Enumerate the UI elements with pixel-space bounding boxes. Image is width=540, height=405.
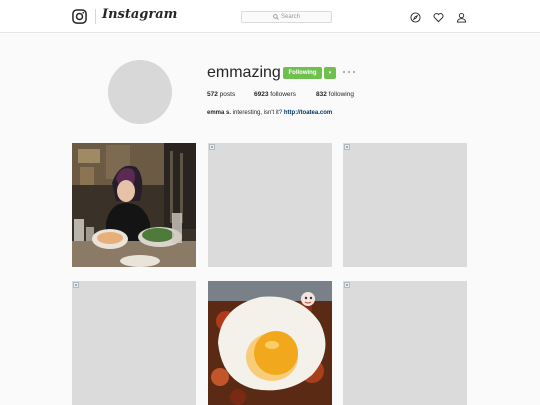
posts-count: 572 — [207, 91, 218, 98]
post-tile[interactable] — [208, 281, 332, 405]
broken-image-icon — [209, 144, 215, 150]
heart-icon[interactable] — [433, 12, 444, 23]
following-label: following — [328, 91, 354, 98]
followers-stat[interactable]: 6923 followers — [254, 91, 296, 98]
posts-label: posts — [219, 91, 236, 98]
post-tile[interactable] — [208, 143, 332, 267]
bio-name: emma s. — [207, 110, 232, 116]
profile-avatar — [108, 60, 172, 124]
post-photo-woman-eating — [72, 143, 196, 267]
posts-stat: 572 posts — [207, 91, 235, 98]
following-button[interactable]: Following — [283, 67, 322, 79]
following-count: 832 — [316, 91, 327, 98]
search-placeholder: Search — [280, 14, 300, 20]
post-tile[interactable] — [343, 281, 467, 405]
followers-count: 6923 — [254, 91, 269, 98]
more-options-icon[interactable] — [343, 69, 355, 75]
instagram-wordmark[interactable]: Instagram — [102, 7, 177, 22]
following-stat[interactable]: 832 following — [316, 91, 354, 98]
person-icon[interactable] — [456, 12, 467, 23]
compass-icon[interactable] — [410, 12, 421, 23]
post-tile[interactable] — [72, 143, 196, 267]
post-tile[interactable] — [343, 143, 467, 267]
profile-bio: emma s. interesting, isn't it? http://to… — [207, 110, 332, 116]
post-tile[interactable] — [72, 281, 196, 405]
top-navigation-bar: Instagram Search — [0, 0, 540, 33]
search-input[interactable]: Search — [241, 11, 332, 23]
logo-divider — [95, 9, 96, 24]
search-icon — [273, 14, 279, 20]
broken-image-icon — [344, 282, 350, 288]
followers-label: followers — [270, 91, 296, 98]
follow-options-dropdown[interactable]: ▾ — [324, 67, 336, 79]
broken-image-icon — [344, 144, 350, 150]
bio-text: interesting, isn't it? — [232, 110, 283, 116]
instagram-logo-icon[interactable] — [72, 9, 87, 24]
bio-link[interactable]: http://toatea.com — [284, 110, 332, 116]
profile-username: emmazing — [207, 64, 281, 81]
broken-image-icon — [73, 282, 79, 288]
post-photo-fried-egg — [208, 281, 332, 405]
